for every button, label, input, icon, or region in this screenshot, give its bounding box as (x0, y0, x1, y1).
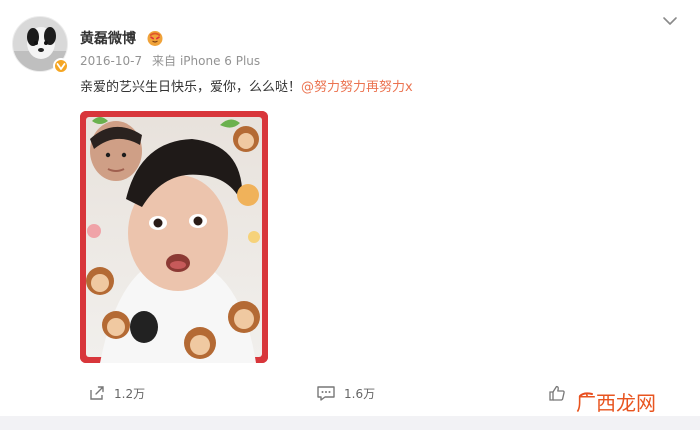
source-prefix: 来自 (151, 54, 176, 68)
source-device: iPhone 6 Plus (179, 54, 261, 68)
comment-count: 1.6万 (344, 386, 376, 401)
comment-button[interactable]: 1.6万 (316, 384, 375, 402)
forward-count: 1.2万 (114, 386, 146, 401)
verify-badge-icon (53, 58, 69, 74)
post-body-text: 亲爱的艺兴生日快乐，爱你，么么哒！ (80, 80, 302, 95)
comment-icon (317, 386, 335, 401)
post-photo[interactable] (80, 111, 268, 363)
like-button[interactable] (548, 384, 566, 402)
vip-face-icon[interactable] (146, 29, 164, 47)
username[interactable]: 黄磊微博 (80, 30, 136, 48)
watermark-text: 广西龙网 (576, 391, 656, 415)
chevron-down-icon[interactable] (662, 14, 678, 28)
weibo-post-card: 黄磊微博 2016-10-7 来自 iPhone 6 Plus 亲爱的艺兴生日快乐… (0, 0, 700, 430)
share-icon (90, 386, 104, 400)
mention-link[interactable]: @努力努力再努力x (301, 80, 413, 95)
post-date[interactable]: 2016-10-7 (80, 54, 142, 68)
post-text: 亲爱的艺兴生日快乐，爱你，么么哒！@努力努力再努力x (80, 79, 413, 97)
photo-image (80, 111, 268, 363)
thumbs-up-icon (549, 385, 565, 401)
bottom-divider (0, 416, 700, 430)
watermark-logo: 广西龙网 (576, 391, 656, 415)
forward-button[interactable]: 1.2万 (88, 384, 145, 402)
post-meta: 2016-10-7 来自 iPhone 6 Plus (80, 53, 266, 69)
